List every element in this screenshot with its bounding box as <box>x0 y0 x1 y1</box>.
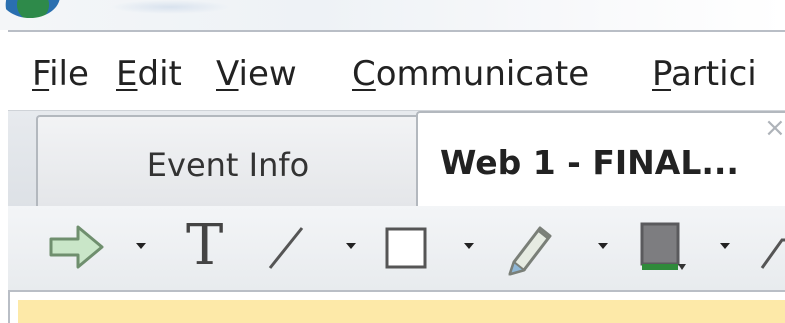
tab-event-info[interactable]: Event Info <box>36 115 420 207</box>
rectangle-tool-icon[interactable] <box>384 226 428 270</box>
app-logo-icon <box>0 0 60 18</box>
tab-event-info-label: Event Info <box>146 146 310 184</box>
tab-strip: Event Info Web 1 - FINAL... × <box>8 110 785 209</box>
tab-web-1-final[interactable]: Web 1 - FINAL... × <box>416 111 785 209</box>
line-tool-dropdown-icon[interactable] <box>346 243 356 249</box>
eraser-icon[interactable] <box>760 232 785 272</box>
menu-edit[interactable]: Edit <box>116 54 182 94</box>
menu-communicate-label: ommunicate <box>375 54 590 94</box>
menu-bar: File Edit View Communicate Partici <box>0 44 785 106</box>
menu-participants-label: artici <box>670 54 757 94</box>
menu-view-label: iew <box>238 54 297 94</box>
arrow-tool-dropdown-icon[interactable] <box>136 243 146 249</box>
menu-view-accelerator: V <box>216 54 239 94</box>
title-glow <box>110 0 230 14</box>
menu-communicate[interactable]: Communicate <box>352 54 589 94</box>
pencil-tool-icon[interactable] <box>500 218 558 276</box>
text-tool-icon[interactable]: T <box>186 214 223 278</box>
menu-participants-accelerator: P <box>652 54 671 94</box>
line-tool-icon[interactable] <box>266 224 306 272</box>
menu-file-accelerator: F <box>32 54 50 94</box>
menu-file[interactable]: File <box>32 54 89 94</box>
notification-banner <box>18 300 785 323</box>
menu-view[interactable]: View <box>216 54 297 94</box>
menu-participants[interactable]: Partici <box>652 54 757 94</box>
title-divider <box>8 30 785 32</box>
close-icon[interactable]: × <box>764 115 785 141</box>
menu-file-label: ile <box>49 54 89 94</box>
annotation-toolbar: T <box>8 206 785 292</box>
fill-color-dropdown-icon[interactable] <box>720 243 730 249</box>
arrow-pointer-icon[interactable] <box>48 222 106 272</box>
title-bar <box>0 0 785 30</box>
menu-edit-accelerator: E <box>116 54 138 94</box>
menu-edit-label: dit <box>137 54 182 94</box>
menu-communicate-accelerator: C <box>352 54 376 94</box>
pencil-tool-dropdown-icon[interactable] <box>598 243 608 249</box>
rectangle-tool-dropdown-icon[interactable] <box>464 243 474 249</box>
fill-color-icon[interactable] <box>636 220 690 276</box>
tab-web-1-final-label: Web 1 - FINAL... <box>440 143 739 182</box>
